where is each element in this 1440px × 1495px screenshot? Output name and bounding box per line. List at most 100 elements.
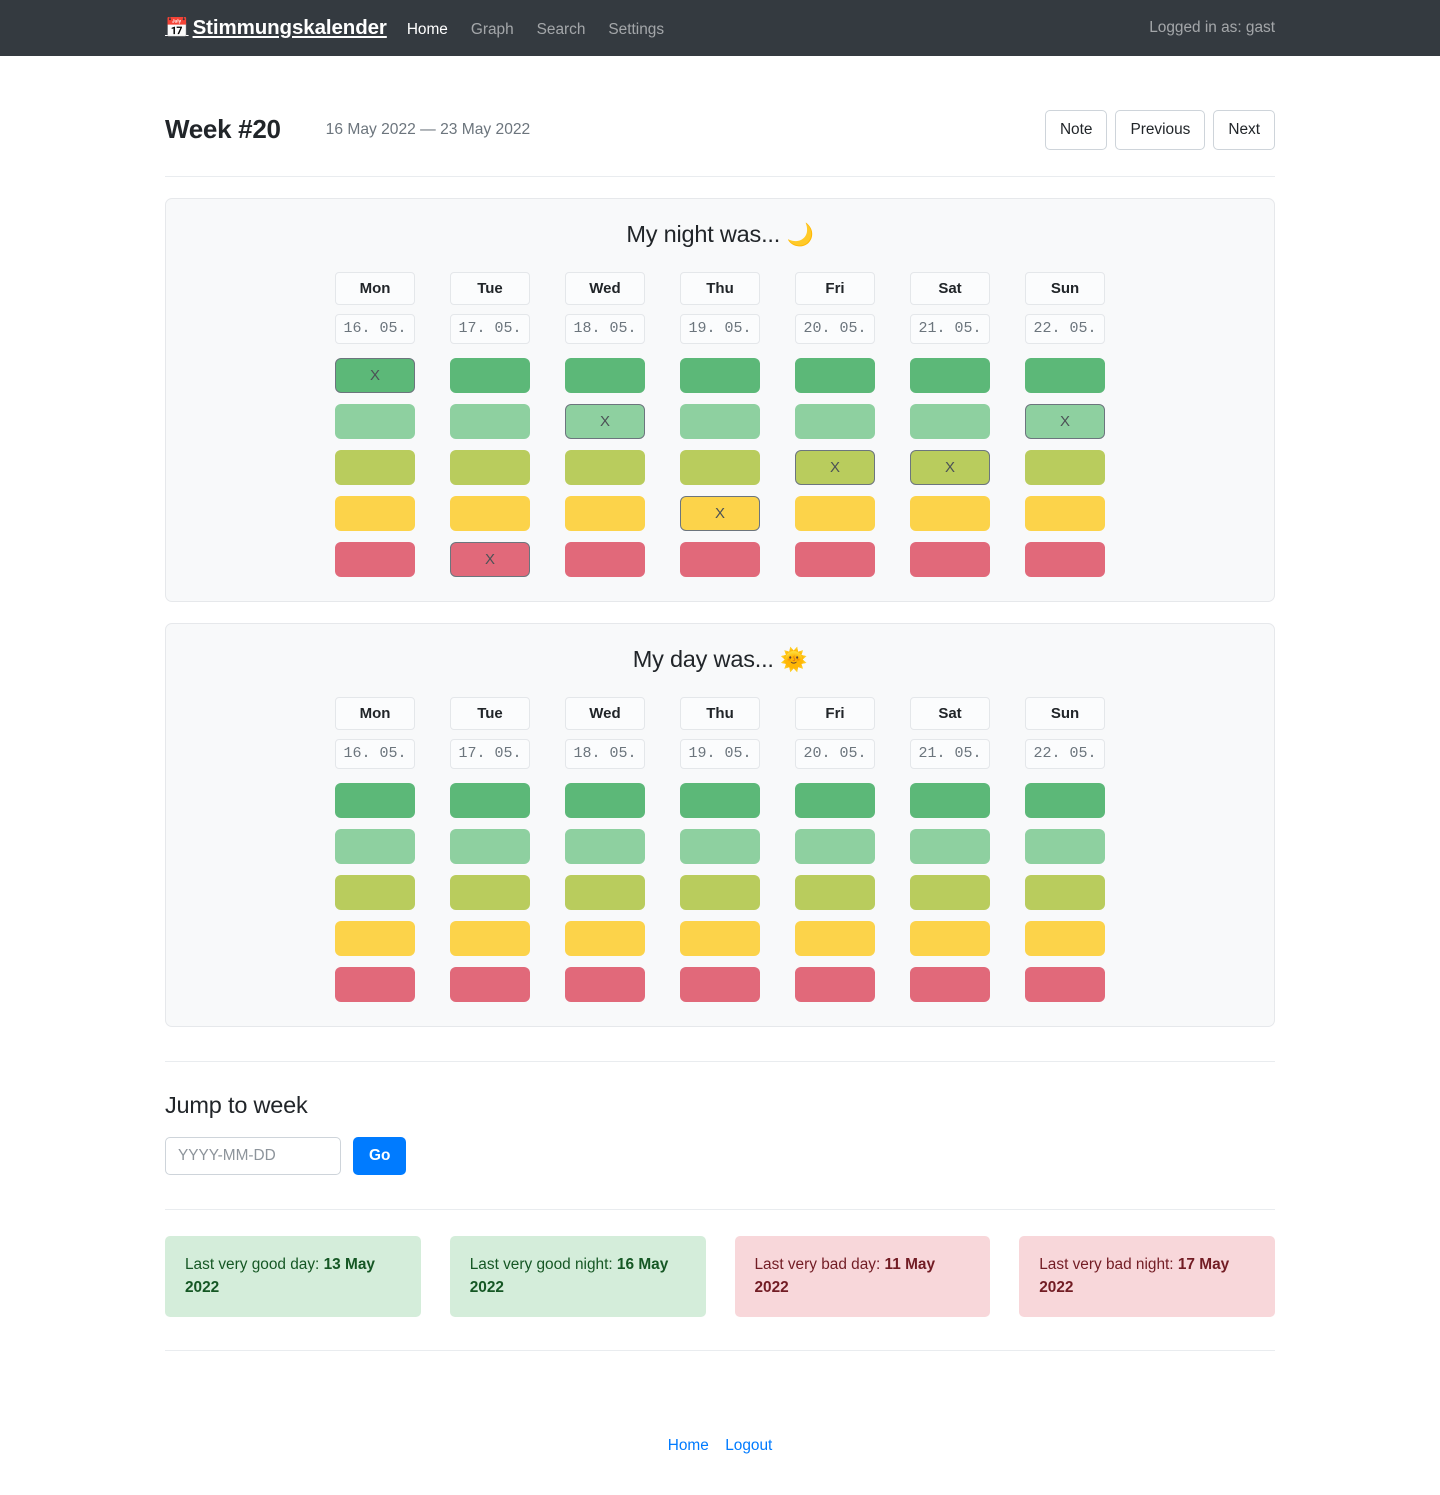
night-mood-card: My night was... 🌙 Mon 16. 05. X Tue 17. 05. X…: [165, 197, 1275, 602]
mood-cell-day-sat-very-bad[interactable]: [910, 966, 990, 1002]
mood-cell-night-fri-very-bad[interactable]: [795, 541, 875, 577]
mood-cell-night-tue-good[interactable]: [450, 403, 530, 439]
mood-cell-day-tue-very-bad[interactable]: [450, 966, 530, 1002]
top-navbar: 📅 Stimmungskalender Home Graph Search Se…: [0, 0, 1440, 56]
mood-cell-night-sun-okay[interactable]: [1025, 449, 1105, 485]
previous-week-button[interactable]: Previous: [1115, 110, 1206, 150]
mood-cell-night-mon-okay[interactable]: [335, 449, 415, 485]
mood-cell-night-tue-very-bad[interactable]: X: [450, 541, 530, 577]
jump-date-input[interactable]: [165, 1136, 341, 1175]
mood-cell-night-fri-okay[interactable]: X: [795, 449, 875, 485]
mood-cell-night-thu-very-good[interactable]: [680, 357, 760, 393]
mood-cell-day-tue-very-good[interactable]: [450, 782, 530, 818]
mood-cell-night-sun-very-bad[interactable]: [1025, 541, 1105, 577]
day-column-fri: Fri 20. 05.: [795, 696, 875, 1002]
mood-cell-night-fri-good[interactable]: [795, 403, 875, 439]
mood-cell-day-sat-good[interactable]: [910, 828, 990, 864]
mood-cell-day-tue-good[interactable]: [450, 828, 530, 864]
mood-cell-night-sat-very-good[interactable]: [910, 357, 990, 393]
mood-cell-day-mon-very-good[interactable]: [335, 782, 415, 818]
mood-cell-night-thu-okay[interactable]: [680, 449, 760, 485]
day-column-sun: Sun 22. 05. X: [1025, 271, 1105, 577]
mood-cell-day-wed-good[interactable]: [565, 828, 645, 864]
mood-cell-night-fri-bad[interactable]: [795, 495, 875, 531]
mood-cell-night-wed-very-bad[interactable]: [565, 541, 645, 577]
footer-link-home[interactable]: Home: [668, 1437, 709, 1454]
mood-cell-day-mon-good[interactable]: [335, 828, 415, 864]
mood-cell-night-mon-bad[interactable]: [335, 495, 415, 531]
day-name-fri: Fri: [795, 271, 875, 305]
day-name-wed: Wed: [565, 271, 645, 305]
page-title: Week #20: [165, 114, 281, 145]
mood-cell-day-fri-good[interactable]: [795, 828, 875, 864]
mood-cell-day-sat-bad[interactable]: [910, 920, 990, 956]
nav-link-settings[interactable]: Settings: [608, 21, 664, 39]
mood-cell-night-tue-okay[interactable]: [450, 449, 530, 485]
mood-cell-night-tue-bad[interactable]: [450, 495, 530, 531]
mood-cell-day-thu-very-bad[interactable]: [680, 966, 760, 1002]
mood-cell-day-thu-bad[interactable]: [680, 920, 760, 956]
mood-cell-night-mon-good[interactable]: [335, 403, 415, 439]
mood-cell-night-thu-bad[interactable]: X: [680, 495, 760, 531]
day-date-wed: 18. 05.: [565, 313, 645, 344]
mood-cell-day-wed-bad[interactable]: [565, 920, 645, 956]
mood-cell-night-sat-bad[interactable]: [910, 495, 990, 531]
mood-cell-day-sun-bad[interactable]: [1025, 920, 1105, 956]
mood-cell-day-sun-okay[interactable]: [1025, 874, 1105, 910]
mood-cell-night-mon-very-good[interactable]: X: [335, 357, 415, 393]
mood-cell-day-sun-very-bad[interactable]: [1025, 966, 1105, 1002]
footer-link-logout[interactable]: Logout: [725, 1437, 772, 1454]
note-button[interactable]: Note: [1044, 110, 1108, 150]
brand-logo-link[interactable]: 📅 Stimmungskalender: [165, 16, 387, 40]
mood-cell-night-fri-very-good[interactable]: [795, 357, 875, 393]
mood-cell-day-sat-very-good[interactable]: [910, 782, 990, 818]
mood-cell-night-mon-very-bad[interactable]: [335, 541, 415, 577]
mood-cell-day-sun-very-good[interactable]: [1025, 782, 1105, 818]
mood-cell-day-thu-very-good[interactable]: [680, 782, 760, 818]
mood-cell-day-fri-okay[interactable]: [795, 874, 875, 910]
mood-cell-day-fri-very-good[interactable]: [795, 782, 875, 818]
mood-cell-day-tue-bad[interactable]: [450, 920, 530, 956]
mood-cell-night-wed-bad[interactable]: [565, 495, 645, 531]
mood-cell-day-sat-okay[interactable]: [910, 874, 990, 910]
mood-cell-night-wed-good[interactable]: X: [565, 403, 645, 439]
last-very-good-day-label: Last very good day:: [185, 1255, 324, 1273]
mood-cell-day-thu-good[interactable]: [680, 828, 760, 864]
mood-cell-night-wed-okay[interactable]: [565, 449, 645, 485]
mood-cell-night-thu-very-bad[interactable]: [680, 541, 760, 577]
mood-cell-day-mon-bad[interactable]: [335, 920, 415, 956]
mood-cell-day-wed-very-bad[interactable]: [565, 966, 645, 1002]
mood-cell-night-wed-very-good[interactable]: [565, 357, 645, 393]
day-name-mon: Mon: [335, 271, 415, 305]
day-name-fri: Fri: [795, 696, 875, 730]
mood-cell-day-thu-okay[interactable]: [680, 874, 760, 910]
jump-go-button[interactable]: Go: [353, 1136, 407, 1175]
mood-cell-night-tue-very-good[interactable]: [450, 357, 530, 393]
mood-cell-day-mon-okay[interactable]: [335, 874, 415, 910]
day-name-wed: Wed: [565, 696, 645, 730]
jump-to-week-title: Jump to week: [165, 1091, 308, 1118]
nav-link-graph[interactable]: Graph: [471, 21, 514, 39]
mood-cell-night-sat-very-bad[interactable]: [910, 541, 990, 577]
mood-cell-day-fri-bad[interactable]: [795, 920, 875, 956]
next-week-button[interactable]: Next: [1213, 110, 1275, 150]
day-column-tue: Tue 17. 05. X: [450, 271, 530, 577]
mood-cell-night-sat-okay[interactable]: X: [910, 449, 990, 485]
day-date-mon: 16. 05.: [335, 738, 415, 769]
nav-link-home[interactable]: Home: [407, 21, 448, 39]
mood-cell-night-sun-very-good[interactable]: [1025, 357, 1105, 393]
nav-link-search[interactable]: Search: [537, 21, 586, 39]
mood-cell-day-wed-very-good[interactable]: [565, 782, 645, 818]
mood-cell-night-sat-good[interactable]: [910, 403, 990, 439]
last-very-bad-day-card: Last very bad day: 11 May 2022: [734, 1235, 991, 1318]
mood-cell-day-wed-okay[interactable]: [565, 874, 645, 910]
mood-cell-night-thu-good[interactable]: [680, 403, 760, 439]
day-date-tue: 17. 05.: [450, 313, 530, 344]
mood-cell-day-mon-very-bad[interactable]: [335, 966, 415, 1002]
mood-cell-day-sun-good[interactable]: [1025, 828, 1105, 864]
last-very-bad-night-label: Last very bad night:: [1039, 1255, 1178, 1273]
mood-cell-day-tue-okay[interactable]: [450, 874, 530, 910]
mood-cell-night-sun-good[interactable]: X: [1025, 403, 1105, 439]
mood-cell-night-sun-bad[interactable]: [1025, 495, 1105, 531]
mood-cell-day-fri-very-bad[interactable]: [795, 966, 875, 1002]
